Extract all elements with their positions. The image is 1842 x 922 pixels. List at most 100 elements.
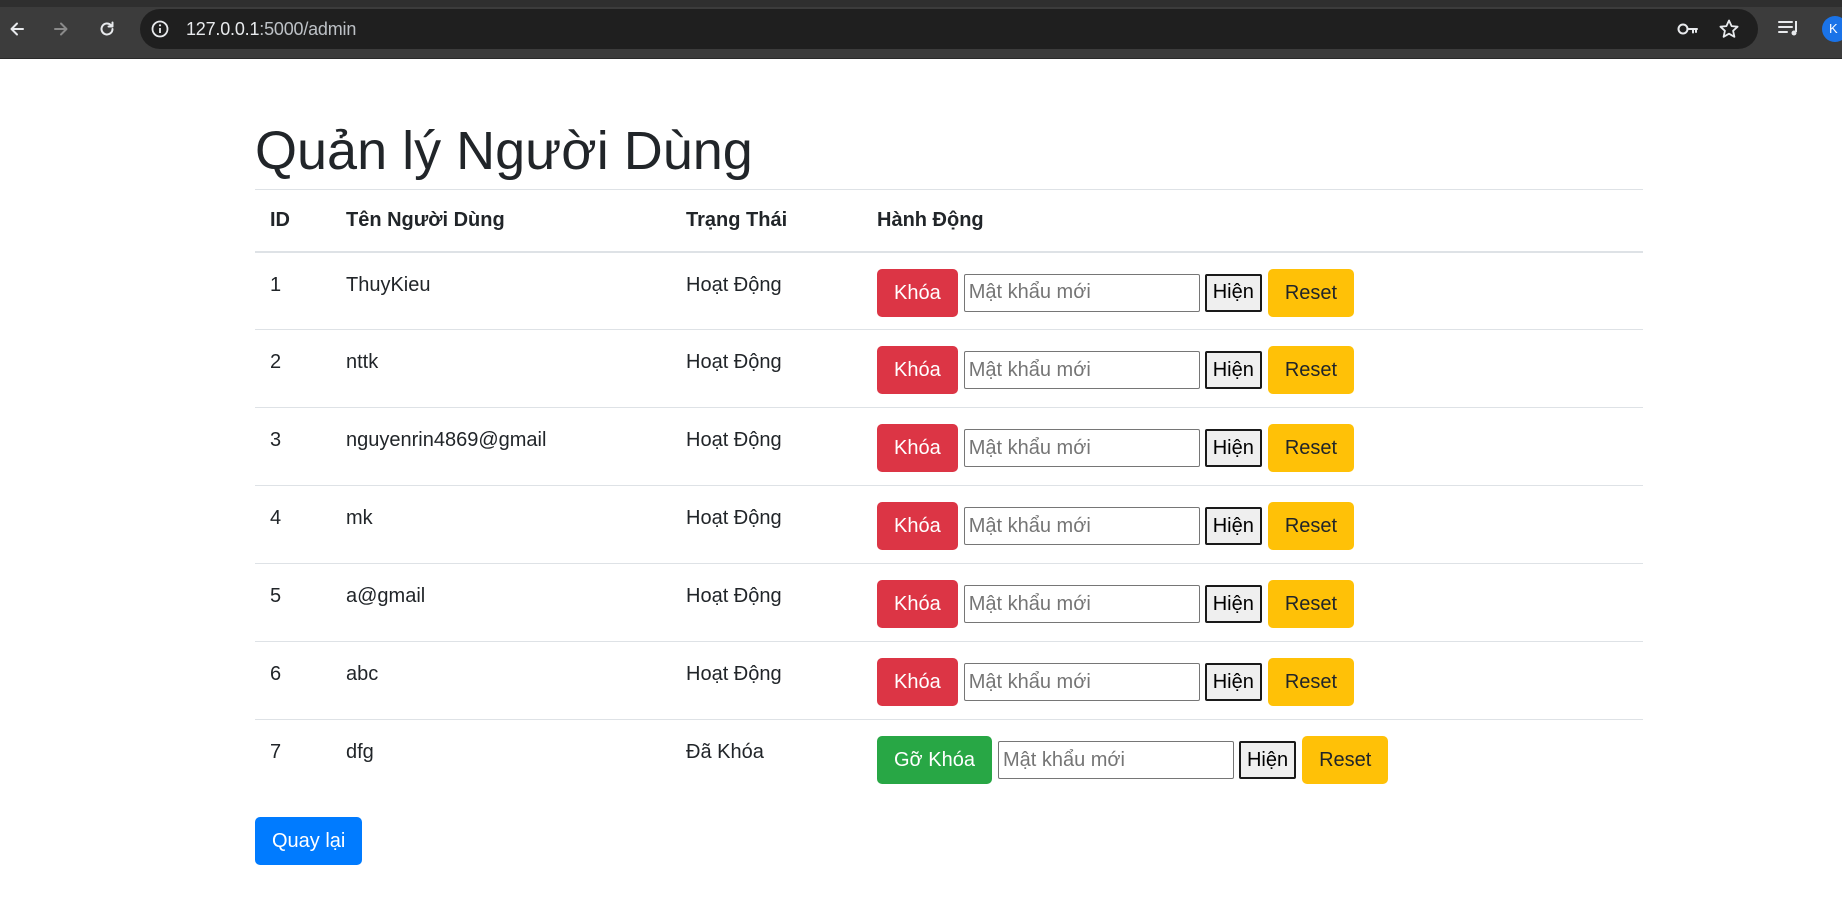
- cell-username: a@gmail: [331, 563, 671, 642]
- back-button[interactable]: Quay lại: [255, 817, 363, 865]
- user-status: Hoạt Động: [686, 663, 782, 685]
- url-host: 127.0.0.1: [186, 19, 260, 39]
- lock-button[interactable]: Khóa: [877, 658, 958, 706]
- url-text[interactable]: 127.0.0.1:5000/admin: [186, 19, 356, 39]
- row-actions: Khóa Hiện Reset: [877, 408, 1628, 472]
- user-id: 4: [270, 507, 282, 529]
- table-row: 5 a@gmail Hoạt Động Khóa Hiện Reset: [255, 563, 1643, 642]
- key-icon[interactable]: [1676, 18, 1700, 40]
- cell-actions: Khóa Hiện Reset: [862, 485, 1643, 564]
- user-id: 7: [270, 741, 282, 763]
- new-password-input[interactable]: [963, 507, 1200, 545]
- reset-password-button[interactable]: Reset: [1267, 502, 1355, 550]
- cell-status: Hoạt Động: [671, 563, 862, 642]
- cell-username: nttk: [331, 329, 671, 408]
- reset-password-button[interactable]: Reset: [1302, 736, 1389, 784]
- column-header-username: Tên Người Dùng: [331, 189, 671, 253]
- star-icon[interactable]: [1718, 18, 1740, 40]
- cell-status: Hoạt Động: [671, 251, 862, 330]
- lock-button[interactable]: Khóa: [877, 502, 958, 550]
- show-password-button[interactable]: Hiện: [1204, 351, 1262, 389]
- cell-id: 7: [255, 720, 331, 798]
- user-name: nguyenrin4869@gmail: [346, 429, 547, 451]
- user-name: mk: [346, 507, 373, 529]
- cell-actions: Khóa Hiện Reset: [862, 563, 1643, 642]
- user-name: abc: [346, 663, 379, 685]
- show-password-button[interactable]: Hiện: [1204, 273, 1262, 312]
- cell-status: Hoạt Động: [671, 485, 862, 564]
- user-status: Đã Khóa: [686, 741, 764, 763]
- unlock-button[interactable]: Gỡ Khóa: [877, 736, 992, 784]
- lock-button[interactable]: Khóa: [877, 580, 958, 628]
- new-password-input[interactable]: [963, 273, 1200, 312]
- user-name: a@gmail: [346, 585, 426, 607]
- user-id: 2: [270, 351, 282, 373]
- lock-button[interactable]: Khóa: [877, 346, 958, 394]
- user-id: 6: [270, 663, 282, 685]
- row-actions: Khóa Hiện Reset: [877, 486, 1628, 550]
- media-queue-icon[interactable]: [1777, 17, 1801, 39]
- cell-username: nguyenrin4869@gmail: [331, 407, 671, 486]
- show-password-button[interactable]: Hiện: [1238, 741, 1297, 779]
- new-password-input[interactable]: [997, 741, 1234, 779]
- reset-password-button[interactable]: Reset: [1267, 346, 1355, 394]
- row-actions: Khóa Hiện Reset: [877, 330, 1628, 394]
- show-password-button[interactable]: Hiện: [1204, 429, 1262, 467]
- table-header: ID Tên Người Dùng Trạng Thái Hành Động: [255, 189, 1643, 253]
- table-row: 7 dfg Đã Khóa Gỡ Khóa Hiện Reset: [255, 720, 1643, 798]
- tab-strip: [0, 0, 1842, 7]
- column-header-id: ID: [255, 189, 331, 253]
- show-password-button[interactable]: Hiện: [1204, 663, 1262, 701]
- cell-id: 4: [255, 485, 331, 564]
- reset-password-button[interactable]: Reset: [1267, 424, 1355, 472]
- cell-status: Hoạt Động: [671, 641, 862, 720]
- users-table: ID Tên Người Dùng Trạng Thái Hành Động 1…: [255, 189, 1643, 798]
- cell-actions: Khóa Hiện Reset: [862, 407, 1643, 486]
- cell-id: 1: [255, 251, 331, 330]
- new-password-input[interactable]: [963, 429, 1200, 467]
- reload-icon[interactable]: [92, 14, 122, 44]
- row-actions: Gỡ Khóa Hiện Reset: [877, 720, 1628, 784]
- new-password-input[interactable]: [963, 585, 1200, 623]
- cell-username: ThuyKieu: [331, 251, 671, 330]
- cell-id: 2: [255, 329, 331, 408]
- users-table-wrapper: ID Tên Người Dùng Trạng Thái Hành Động 1…: [255, 189, 1643, 798]
- user-status: Hoạt Động: [686, 507, 782, 529]
- lock-button[interactable]: Khóa: [877, 424, 958, 472]
- cell-username: abc: [331, 641, 671, 720]
- user-status: Hoạt Động: [686, 351, 782, 373]
- table-body: 1 ThuyKieu Hoạt Động Khóa Hiện Reset 2 nttk Hoạt…: [255, 251, 1643, 798]
- user-name: ThuyKieu: [346, 273, 431, 296]
- user-name: dfg: [346, 741, 374, 763]
- table-row: 6 abc Hoạt Động Khóa Hiện Reset: [255, 641, 1643, 720]
- show-password-button[interactable]: Hiện: [1204, 507, 1262, 545]
- cell-id: 6: [255, 641, 331, 720]
- user-id: 1: [270, 273, 282, 296]
- user-id: 3: [270, 429, 282, 451]
- cell-username: dfg: [331, 720, 671, 798]
- cell-id: 5: [255, 563, 331, 642]
- user-name: nttk: [346, 351, 379, 373]
- info-icon[interactable]: [150, 19, 170, 39]
- reset-password-button[interactable]: Reset: [1267, 268, 1355, 317]
- table-row: 4 mk Hoạt Động Khóa Hiện Reset: [255, 485, 1643, 564]
- reset-password-button[interactable]: Reset: [1267, 580, 1355, 628]
- user-status: Hoạt Động: [686, 273, 782, 296]
- profile-avatar[interactable]: K: [1822, 16, 1842, 42]
- table-row: 2 nttk Hoạt Động Khóa Hiện Reset: [255, 329, 1643, 408]
- address-bar[interactable]: 127.0.0.1:5000/admin: [140, 9, 1758, 49]
- cell-status: Đã Khóa: [671, 720, 862, 798]
- browser-toolbar: 127.0.0.1:5000/admin K: [0, 0, 1842, 59]
- reset-password-button[interactable]: Reset: [1267, 658, 1355, 706]
- forward-arrow-icon[interactable]: [46, 14, 76, 44]
- lock-button[interactable]: Khóa: [877, 268, 958, 317]
- cell-id: 3: [255, 407, 331, 486]
- cell-status: Hoạt Động: [671, 407, 862, 486]
- url-path: :5000/admin: [259, 19, 357, 39]
- back-arrow-icon[interactable]: [2, 14, 32, 44]
- row-actions: Khóa Hiện Reset: [877, 564, 1628, 628]
- new-password-input[interactable]: [963, 351, 1200, 389]
- new-password-input[interactable]: [963, 663, 1200, 701]
- show-password-button[interactable]: Hiện: [1204, 585, 1262, 623]
- cell-actions: Khóa Hiện Reset: [862, 641, 1643, 720]
